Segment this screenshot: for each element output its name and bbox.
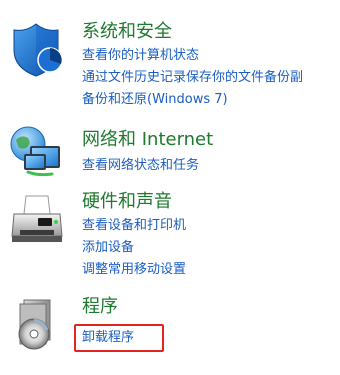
link-add-device[interactable]: 添加设备 <box>82 237 186 259</box>
category-network-internet: 网络和 Internet 查看网络状态和任务 <box>0 120 340 190</box>
category-title[interactable]: 系统和安全 <box>82 21 172 43</box>
network-globe-icon <box>8 122 66 180</box>
control-panel-category-view: 系统和安全 查看你的计算机状态 通过文件历史记录保存你的文件备份副 备份和还原(… <box>0 0 340 375</box>
highlight-box <box>74 324 164 352</box>
link-mobility-settings[interactable]: 调整常用移动设置 <box>82 259 186 281</box>
link-backup-restore[interactable]: 备份和还原(Windows 7) <box>82 89 303 111</box>
programs-disc-icon <box>8 296 66 354</box>
category-links: 查看你的计算机状态 通过文件历史记录保存你的文件备份副 备份和还原(Window… <box>82 45 303 111</box>
category-title[interactable]: 程序 <box>82 296 118 318</box>
category-hardware-sound: 硬件和声音 查看设备和打印机 添加设备 调整常用移动设置 <box>0 190 340 290</box>
category-links: 查看设备和打印机 添加设备 调整常用移动设置 <box>82 215 186 281</box>
link-file-history-backup[interactable]: 通过文件历史记录保存你的文件备份副 <box>82 67 303 89</box>
link-view-computer-status[interactable]: 查看你的计算机状态 <box>82 45 303 67</box>
link-view-network-status[interactable]: 查看网络状态和任务 <box>82 155 199 177</box>
category-title[interactable]: 硬件和声音 <box>82 191 172 213</box>
category-links: 查看网络状态和任务 <box>82 155 199 177</box>
link-view-devices-printers[interactable]: 查看设备和打印机 <box>82 215 186 237</box>
shield-icon <box>8 20 66 78</box>
category-programs: 程序 卸载程序 <box>0 290 340 375</box>
printer-icon <box>8 192 66 250</box>
category-system-security: 系统和安全 查看你的计算机状态 通过文件历史记录保存你的文件备份副 备份和还原(… <box>0 0 340 120</box>
category-title[interactable]: 网络和 Internet <box>82 129 213 151</box>
